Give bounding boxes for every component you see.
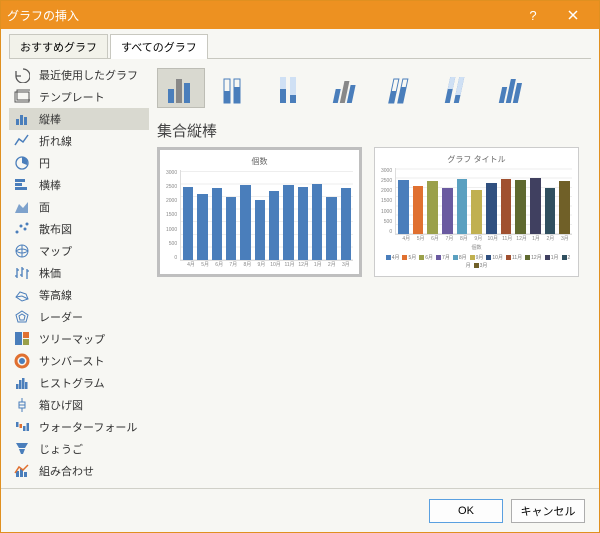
subtype-3[interactable] xyxy=(325,68,373,108)
map-icon xyxy=(13,243,31,259)
dialog-title: グラフの挿入 xyxy=(7,7,79,24)
combo-icon xyxy=(13,463,31,479)
chart-category-list: 最近使用したグラフテンプレート縦棒折れ線円横棒面散布図マップ株価等高線レーダーツ… xyxy=(9,64,149,488)
sidebar-item-surface[interactable]: 等高線 xyxy=(9,284,149,306)
chart-preview-0[interactable]: 個数3000250020001500100050004月5月6月7月8月9月10… xyxy=(157,147,362,277)
sidebar-item-label: 組み合わせ xyxy=(39,463,94,479)
chart-detail-pane: 集合縦棒 個数3000250020001500100050004月5月6月7月8… xyxy=(149,64,591,488)
sidebar-item-area[interactable]: 面 xyxy=(9,196,149,218)
sidebar-item-histogram[interactable]: ヒストグラム xyxy=(9,372,149,394)
tab-recommended[interactable]: おすすめグラフ xyxy=(9,34,108,59)
sidebar-item-label: テンプレート xyxy=(39,89,105,105)
stock-icon xyxy=(13,265,31,281)
column-subtype-icon xyxy=(498,69,536,107)
sidebar-item-label: じょうご xyxy=(39,441,83,457)
sidebar-item-combo[interactable]: 組み合わせ xyxy=(9,460,149,482)
sidebar-item-label: レーダー xyxy=(39,309,83,325)
sidebar-item-label: ヒストグラム xyxy=(39,375,105,391)
sidebar-item-radar[interactable]: レーダー xyxy=(9,306,149,328)
subtype-6[interactable] xyxy=(493,68,541,108)
sidebar-item-stock[interactable]: 株価 xyxy=(9,262,149,284)
sidebar-item-recent[interactable]: 最近使用したグラフ xyxy=(9,64,149,86)
sidebar-item-label: 円 xyxy=(39,155,50,171)
chart-title: グラフ タイトル xyxy=(381,154,572,165)
area-icon xyxy=(13,199,31,215)
chart-subtype-row xyxy=(157,64,591,118)
sidebar-item-template[interactable]: テンプレート xyxy=(9,86,149,108)
sidebar-item-boxwhisker[interactable]: 箱ひげ図 xyxy=(9,394,149,416)
column-subtype-icon xyxy=(442,69,480,107)
sidebar-item-label: 横棒 xyxy=(39,177,61,193)
close-button[interactable] xyxy=(553,1,593,29)
histogram-icon xyxy=(13,375,31,391)
recent-icon xyxy=(13,67,31,83)
surface-icon xyxy=(13,287,31,303)
radar-icon xyxy=(13,309,31,325)
sidebar-item-pie[interactable]: 円 xyxy=(9,152,149,174)
column-icon xyxy=(13,111,31,127)
chart-subtype-name: 集合縦棒 xyxy=(157,118,591,147)
subtype-5[interactable] xyxy=(437,68,485,108)
title-bar: グラフの挿入 ? xyxy=(1,1,599,29)
sidebar-item-label: ウォーターフォール xyxy=(39,419,137,435)
sidebar-item-label: 面 xyxy=(39,199,50,215)
template-icon xyxy=(13,89,31,105)
sunburst-icon xyxy=(13,353,31,369)
sidebar-item-bar[interactable]: 横棒 xyxy=(9,174,149,196)
sidebar-item-label: 縦棒 xyxy=(39,111,61,127)
sidebar-item-label: ツリーマップ xyxy=(39,331,105,347)
line-icon xyxy=(13,133,31,149)
tab-strip: おすすめグラフ すべてのグラフ xyxy=(1,29,599,59)
pie-icon xyxy=(13,155,31,171)
cancel-button[interactable]: キャンセル xyxy=(511,499,585,523)
sidebar-item-label: 等高線 xyxy=(39,287,72,303)
help-button[interactable]: ? xyxy=(513,1,553,29)
scatter-icon xyxy=(13,221,31,237)
bar-icon xyxy=(13,177,31,193)
column-subtype-icon xyxy=(386,69,424,107)
chart-preview-row: 個数3000250020001500100050004月5月6月7月8月9月10… xyxy=(157,147,591,277)
sidebar-item-label: 散布図 xyxy=(39,221,72,237)
sidebar-item-label: 株価 xyxy=(39,265,61,281)
column-subtype-icon xyxy=(330,69,368,107)
dialog-footer: OK キャンセル xyxy=(1,488,599,532)
subtype-0[interactable] xyxy=(157,68,205,108)
boxwhisker-icon xyxy=(13,397,31,413)
sidebar-item-label: 折れ線 xyxy=(39,133,72,149)
waterfall-icon xyxy=(13,419,31,435)
close-icon xyxy=(568,10,578,20)
ok-button[interactable]: OK xyxy=(429,499,503,523)
sidebar-item-label: サンバースト xyxy=(39,353,104,369)
column-subtype-icon xyxy=(274,69,312,107)
sidebar-item-waterfall[interactable]: ウォーターフォール xyxy=(9,416,149,438)
sidebar-item-funnel[interactable]: じょうご xyxy=(9,438,149,460)
chart-preview-1[interactable]: グラフ タイトル3000250020001500100050004月5月6月7月… xyxy=(374,147,579,277)
subtype-4[interactable] xyxy=(381,68,429,108)
subtype-2[interactable] xyxy=(269,68,317,108)
chart-title: 個数 xyxy=(166,156,353,167)
chart-legend: 4月5月6月7月8月9月10月11月12月1月2月3月 xyxy=(381,251,572,270)
sidebar-item-scatter[interactable]: 散布図 xyxy=(9,218,149,240)
tab-all[interactable]: すべてのグラフ xyxy=(110,34,208,59)
column-subtype-icon xyxy=(218,69,256,107)
column-subtype-icon xyxy=(162,69,200,107)
sidebar-item-label: 最近使用したグラフ xyxy=(39,67,138,83)
sidebar-item-sunburst[interactable]: サンバースト xyxy=(9,350,149,372)
sidebar-item-column[interactable]: 縦棒 xyxy=(9,108,149,130)
sidebar-item-label: マップ xyxy=(39,243,72,259)
subtype-1[interactable] xyxy=(213,68,261,108)
funnel-icon xyxy=(13,441,31,457)
sidebar-item-label: 箱ひげ図 xyxy=(39,397,83,413)
sidebar-item-line[interactable]: 折れ線 xyxy=(9,130,149,152)
insert-chart-dialog: グラフの挿入 ? おすすめグラフ すべてのグラフ 最近使用したグラフテンプレート… xyxy=(0,0,600,533)
treemap-icon xyxy=(13,331,31,347)
sidebar-item-map[interactable]: マップ xyxy=(9,240,149,262)
sidebar-item-treemap[interactable]: ツリーマップ xyxy=(9,328,149,350)
chart-xlabel: 個数 xyxy=(381,242,572,251)
